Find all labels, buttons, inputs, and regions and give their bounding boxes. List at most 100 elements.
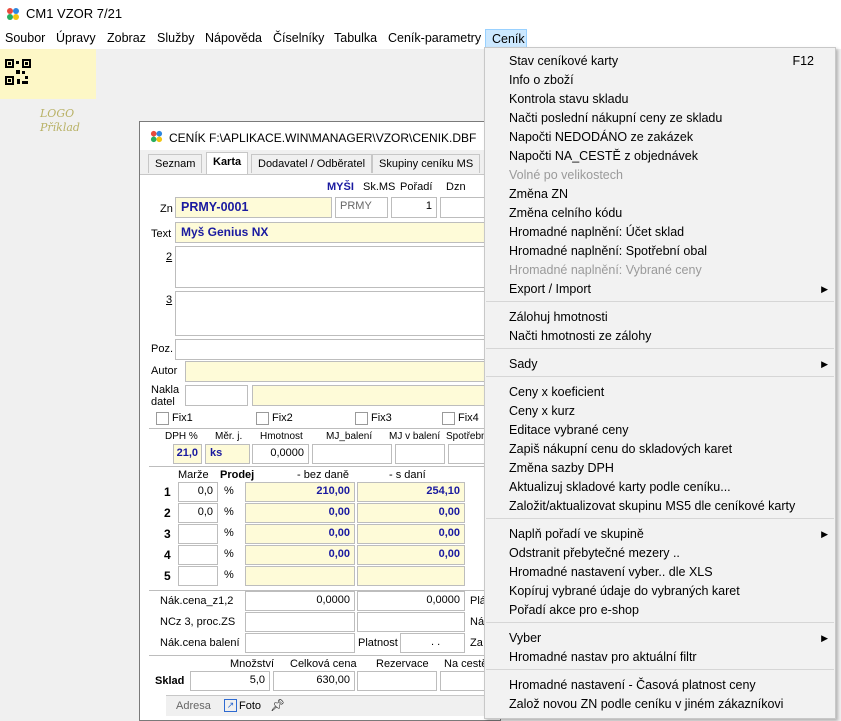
menu-item[interactable]: Editace vybrané ceny xyxy=(486,422,834,440)
external-link-icon[interactable]: ↗ xyxy=(224,699,237,712)
mj-baleni-field[interactable] xyxy=(312,444,392,464)
poradi-value: 1 xyxy=(425,200,432,212)
menu-ciselniky[interactable]: Číselníky xyxy=(273,31,324,45)
s-dani-field[interactable]: 254,10 xyxy=(357,482,465,502)
menu-item[interactable]: Sady ▶ xyxy=(486,356,834,374)
menu-item[interactable]: Ceny x kurz xyxy=(486,403,834,421)
menu-item-label: Kontrola stavu skladu xyxy=(509,92,629,106)
mnozstvi-field[interactable]: 5,0 xyxy=(190,671,270,691)
nakladatel-name[interactable] xyxy=(252,385,500,406)
menu-item[interactable]: Export / Import ▶ xyxy=(486,281,834,299)
mj-field[interactable]: ks xyxy=(205,444,250,464)
tab-karta[interactable]: Karta xyxy=(206,152,249,174)
marze-field[interactable] xyxy=(178,524,218,544)
menu-item[interactable]: Založ novou ZN podle ceníku v jiném záka… xyxy=(486,696,834,714)
s-dani-field[interactable]: 0,00 xyxy=(357,545,465,565)
menu-tabulka[interactable]: Tabulka xyxy=(334,31,377,45)
menu-item[interactable]: Aktualizuj skladové karty podle ceníku..… xyxy=(486,479,834,497)
menu-item[interactable]: Vyber ▶ xyxy=(486,630,834,648)
menu-item[interactable]: Kontrola stavu skladu xyxy=(486,91,834,109)
menu-item[interactable]: Info o zboží xyxy=(486,72,834,90)
tab-skupiny[interactable]: Skupiny ceníku MS xyxy=(372,154,481,173)
menu-upravy[interactable]: Úpravy xyxy=(56,31,96,45)
menu-item-label: Ceny x koeficient xyxy=(509,385,605,399)
menu-item[interactable]: Zálohuj hmotnosti xyxy=(486,309,834,327)
menu-item[interactable]: Změna ZN xyxy=(486,186,834,204)
line2-field[interactable] xyxy=(175,246,500,288)
poradi-field[interactable]: 1 xyxy=(391,197,437,218)
menu-item[interactable]: Zapiš nákupní cenu do skladových karet xyxy=(486,441,834,459)
fix2-checkbox[interactable] xyxy=(256,412,269,425)
menu-item[interactable]: Odstranit přebytečné mezery .. xyxy=(486,545,834,563)
bez-dane-value: 0,00 xyxy=(328,506,350,518)
ncz-field-2[interactable] xyxy=(357,612,465,632)
nak-baleni-field[interactable] xyxy=(245,633,355,653)
marze-field[interactable]: 0,0 xyxy=(178,482,218,502)
poz-field[interactable] xyxy=(175,339,500,360)
menu-item-label: Hromadné naplnění: Vybrané ceny xyxy=(509,263,702,277)
nak-cena-1-field[interactable]: 0,0000 xyxy=(245,591,355,611)
menu-item[interactable]: Založit/aktualizovat skupinu MS5 dle cen… xyxy=(486,498,834,516)
tab-foto[interactable]: Foto xyxy=(239,700,261,712)
menu-item[interactable]: Hromadné naplnění: Spotřební obal xyxy=(486,243,834,261)
rezervace-field[interactable] xyxy=(357,671,437,691)
dph-value: 21,0 xyxy=(176,447,198,459)
menu-zobraz[interactable]: Zobraz xyxy=(107,31,146,45)
menu-item-label: Hromadné naplnění: Spotřební obal xyxy=(509,244,708,258)
menu-item[interactable]: Hromadné nastavení - Časová platnost cen… xyxy=(486,677,834,695)
text-field[interactable]: Myš Genius NX xyxy=(175,222,500,243)
menu-item[interactable]: Napočti NEDODÁNO ze zakázek xyxy=(486,129,834,147)
fix4-checkbox[interactable] xyxy=(442,412,455,425)
bez-dane-field[interactable] xyxy=(245,566,355,586)
bez-dane-field[interactable]: 0,00 xyxy=(245,524,355,544)
s-dani-field[interactable]: 0,00 xyxy=(357,524,465,544)
mj-v-baleni-field[interactable] xyxy=(395,444,445,464)
tab-seznam[interactable]: Seznam xyxy=(148,154,203,173)
platnost-field[interactable]: . . xyxy=(400,633,465,653)
menu-cenik-parametry[interactable]: Ceník-parametry xyxy=(388,31,481,45)
hmotnost-field[interactable]: 0,0000 xyxy=(252,444,309,464)
s-dani-field[interactable]: 0,00 xyxy=(357,503,465,523)
menu-item[interactable]: Hromadné nastav pro aktuální filtr xyxy=(486,649,834,667)
fix1-checkbox[interactable] xyxy=(156,412,169,425)
menu-item[interactable]: Změna celního kódu xyxy=(486,205,834,223)
menu-sluzby[interactable]: Služby xyxy=(157,31,195,45)
fix3-checkbox[interactable] xyxy=(355,412,368,425)
nak-cena-2-field[interactable]: 0,0000 xyxy=(357,591,465,611)
dph-field[interactable]: 21,0 xyxy=(173,444,202,464)
tab-adresa[interactable]: Adresa xyxy=(176,700,211,712)
platnost-value: . . xyxy=(431,636,441,648)
menu-item[interactable]: Ceny x koeficient xyxy=(486,384,834,402)
pin-icon[interactable]: 📌︎ xyxy=(270,698,285,712)
skms-field[interactable]: PRMY xyxy=(335,197,388,218)
zn-field[interactable]: PRMY-0001 xyxy=(175,197,332,218)
bez-dane-field[interactable]: 0,00 xyxy=(245,503,355,523)
menu-item[interactable]: Kopíruj vybrané údaje do vybraných karet xyxy=(486,583,834,601)
marze-field[interactable] xyxy=(178,566,218,586)
menu-item[interactable]: Stav ceníkové karty F12 xyxy=(486,53,834,71)
line3-field[interactable] xyxy=(175,291,500,336)
menu-item[interactable]: Načti poslední nákupní ceny ze skladu xyxy=(486,110,834,128)
divider xyxy=(149,428,500,429)
menu-item[interactable]: Načti hmotnosti ze zálohy xyxy=(486,328,834,346)
s-dani-field[interactable] xyxy=(357,566,465,586)
bez-dane-field[interactable]: 0,00 xyxy=(245,545,355,565)
menu-soubor[interactable]: Soubor xyxy=(5,31,45,45)
marze-field[interactable]: 0,0 xyxy=(178,503,218,523)
ncz-field-1[interactable] xyxy=(245,612,355,632)
menu-item[interactable]: Naplň pořadí ve skupině ▶ xyxy=(486,526,834,544)
autor-field[interactable] xyxy=(185,361,500,382)
tab-dodavatel[interactable]: Dodavatel / Odběratel xyxy=(251,154,373,173)
celkova-cena-field[interactable]: 630,00 xyxy=(273,671,355,691)
cenik-window-titlebar[interactable]: CENÍK F:\APLIKACE.WIN\MANAGER\VZOR\CENIK… xyxy=(140,122,500,150)
menu-cenik[interactable]: Ceník xyxy=(485,29,527,49)
menu-item[interactable]: Hromadné naplnění: Účet sklad xyxy=(486,224,834,242)
nakladatel-code[interactable] xyxy=(185,385,248,406)
menu-item[interactable]: Hromadné nastavení vyber.. dle XLS xyxy=(486,564,834,582)
bez-dane-field[interactable]: 210,00 xyxy=(245,482,355,502)
menu-item[interactable]: Pořadí akce pro e-shop xyxy=(486,602,834,620)
menu-napoveda[interactable]: Nápověda xyxy=(205,31,262,45)
marze-field[interactable] xyxy=(178,545,218,565)
menu-item[interactable]: Změna sazby DPH xyxy=(486,460,834,478)
menu-item[interactable]: Napočti NA_CESTĚ z objednávek xyxy=(486,148,834,166)
